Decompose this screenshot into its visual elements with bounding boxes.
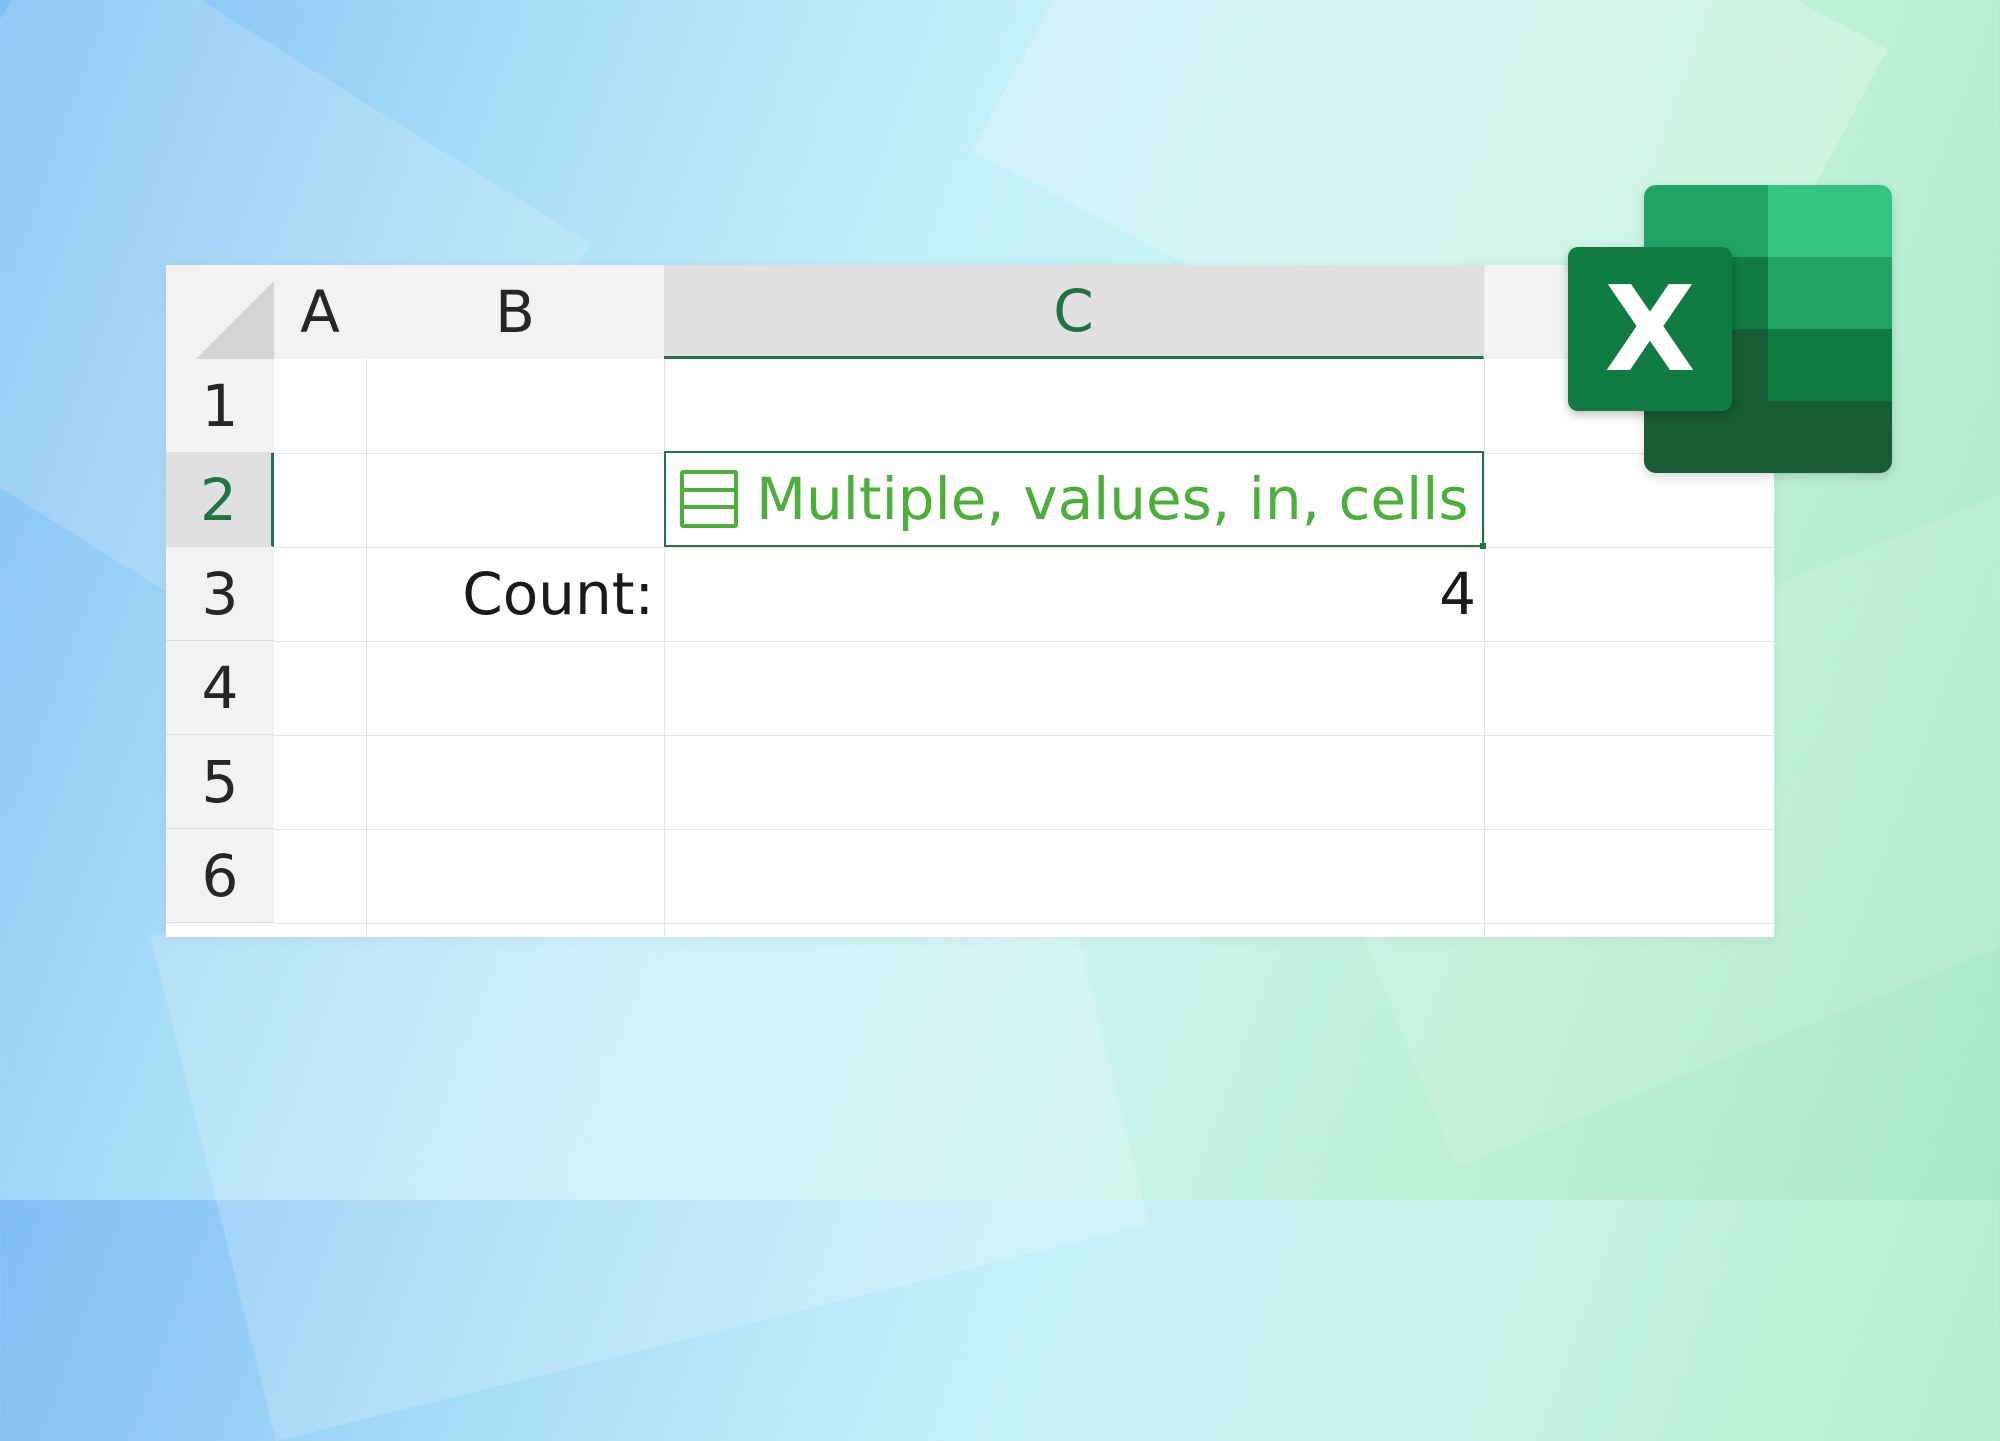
gridline — [664, 359, 665, 937]
excel-logo-front: X — [1568, 247, 1732, 411]
row-header-1[interactable]: 1 — [166, 359, 274, 453]
row-header-6[interactable]: 6 — [166, 829, 274, 923]
gridline — [274, 829, 1774, 830]
gridline — [274, 923, 1774, 924]
spreadsheet-grid: A B C 1 2 3 4 5 6 Multiple, values, in, … — [166, 265, 1774, 937]
select-all-triangle-icon — [196, 281, 274, 359]
excel-logo-icon: X — [1568, 185, 1892, 473]
cell-c3-value: 4 — [1439, 560, 1476, 628]
row-header-4[interactable]: 4 — [166, 641, 274, 735]
column-header-c[interactable]: C — [664, 265, 1484, 359]
row-header-5[interactable]: 5 — [166, 735, 274, 829]
gridline — [274, 735, 1774, 736]
entity-card-icon[interactable] — [680, 470, 738, 528]
cell-b3[interactable]: Count: — [366, 547, 654, 641]
gridline — [1484, 359, 1485, 937]
cell-c2-active[interactable]: Multiple, values, in, cells — [664, 451, 1486, 549]
select-all-corner[interactable] — [166, 265, 274, 359]
gridline — [274, 641, 1774, 642]
cell-b3-value: Count: — [462, 560, 654, 628]
fill-handle[interactable] — [1480, 543, 1486, 549]
column-header-a[interactable]: A — [274, 265, 367, 359]
cell-c3[interactable]: 4 — [664, 547, 1476, 641]
row-header-3[interactable]: 3 — [166, 547, 274, 641]
gridline — [366, 359, 367, 937]
cell-c2-value: Multiple, values, in, cells — [756, 465, 1469, 533]
row-header-2[interactable]: 2 — [166, 453, 274, 547]
column-header-b[interactable]: B — [366, 265, 665, 359]
